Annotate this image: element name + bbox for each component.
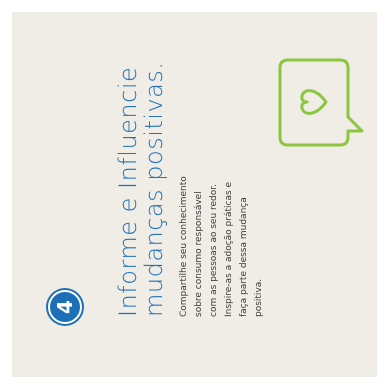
body-line: faça parte dessa mudança — [239, 197, 249, 317]
info-card: 4 Informe e Influencie mudanças positiva… — [12, 12, 377, 377]
heading-line-1: Informe e Influencie — [114, 66, 142, 317]
page: 4 Informe e Influencie mudanças positiva… — [0, 0, 388, 389]
speech-bubble-heart-icon — [278, 58, 364, 147]
body-line: com as pessoas ao seu redor. — [209, 183, 219, 317]
body-line: sobre consumo responsável — [194, 191, 204, 317]
rotated-content: Informe e Influencie mudanças positivas.… — [42, 62, 272, 318]
heading-line-2: mudanças positivas. — [140, 61, 168, 318]
body-line: positiva. — [254, 278, 264, 317]
body-line: Inspire-as a adoção práticas e — [224, 181, 234, 317]
body-text: Compartilhe seu conhecimento sobre consu… — [177, 77, 267, 317]
body-line: Compartilhe seu conhecimento — [179, 176, 189, 317]
